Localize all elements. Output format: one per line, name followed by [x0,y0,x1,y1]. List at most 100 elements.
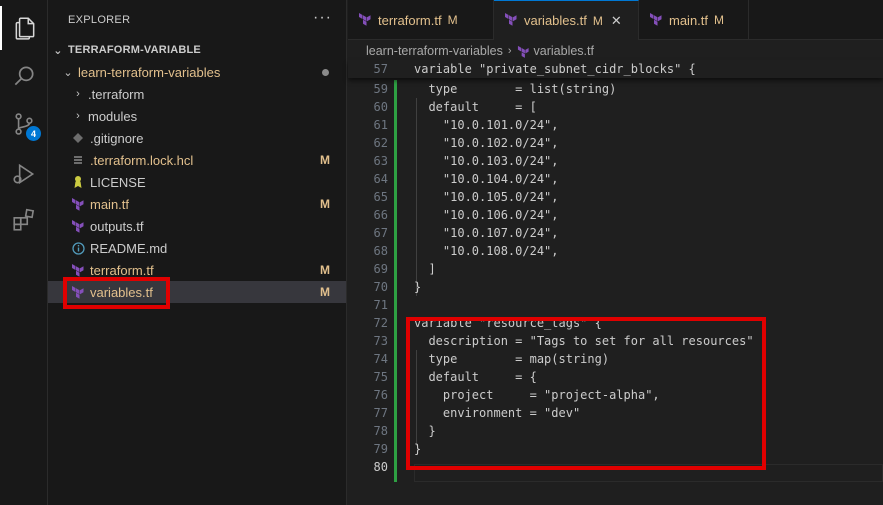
terraform-icon [358,12,372,29]
breadcrumb: learn-terraform-variables › variables.tf [366,42,594,60]
tree-item-main-tf[interactable]: main.tf M [48,193,346,215]
code-text: type = list(string) [414,82,617,96]
explorer-title: EXPLORER [68,14,131,26]
run-debug-icon[interactable] [0,152,48,196]
code-line[interactable]: 63 "10.0.103.0/24", [348,152,883,170]
editor-area: terraform.tf M variables.tf M ✕ main.tf … [348,0,883,505]
code-text: "10.0.108.0/24", [414,244,559,258]
activity-bar: 4 [0,0,48,505]
modified-dot [322,69,329,76]
scm-badge: 4 [26,126,41,141]
code-text: "10.0.104.0/24", [414,172,559,186]
code-line[interactable]: 66 "10.0.106.0/24", [348,206,883,224]
more-actions-icon[interactable]: ··· [313,9,332,27]
line-number: 79 [373,442,388,456]
code-text: "10.0.102.0/24", [414,136,559,150]
tree-item-terraform-folder[interactable]: › .terraform [48,83,346,105]
line-number: 76 [373,388,388,402]
code-line[interactable]: 64 "10.0.104.0/24", [348,170,883,188]
line-number: 68 [373,244,388,258]
close-tab-icon[interactable]: ✕ [611,13,622,29]
line-number: 63 [373,154,388,168]
code-text: "10.0.101.0/24", [414,118,559,132]
chevron-right-icon: › [76,88,80,100]
tree-item-modules[interactable]: › modules [48,105,346,127]
git-status-modified: M [320,263,330,277]
code-line[interactable]: 60 default = [ [348,98,883,116]
terraform-icon [70,196,86,212]
tree-item-license[interactable]: LICENSE [48,171,346,193]
search-icon[interactable] [0,54,48,98]
breadcrumb-file[interactable]: variables.tf [534,44,594,58]
code-text: variable "private_subnet_cidr_blocks" { [414,62,696,76]
line-number: 61 [373,118,388,132]
line-number: 59 [373,82,388,96]
tab-main-tf[interactable]: main.tf M [639,0,749,40]
code-text: "10.0.105.0/24", [414,190,559,204]
git-status-modified: M [320,153,330,167]
code-text: "10.0.106.0/24", [414,208,559,222]
line-number: 69 [373,262,388,276]
workspace-root[interactable]: ⌄ TERRAFORM-VARIABLE [48,39,346,61]
terraform-icon [70,262,86,278]
line-number: 66 [373,208,388,222]
code-line[interactable]: 70} [348,278,883,296]
line-number: 64 [373,172,388,186]
tab-variables-tf[interactable]: variables.tf M ✕ [494,0,639,40]
line-number: 60 [373,100,388,114]
tab-bar: terraform.tf M variables.tf M ✕ main.tf … [348,0,883,40]
tab-terraform-tf[interactable]: terraform.tf M [348,0,494,40]
line-number: 77 [373,406,388,420]
chevron-down-icon: ⌄ [63,66,73,79]
tree-item-outputs-tf[interactable]: outputs.tf [48,215,346,237]
code-text: "10.0.103.0/24", [414,154,559,168]
git-status-modified: M [320,197,330,211]
line-number: 65 [373,190,388,204]
terraform-icon [517,45,530,58]
chevron-right-icon: › [76,110,80,122]
line-number: 74 [373,352,388,366]
git-status-modified: M [320,285,330,299]
explorer-sidebar: EXPLORER ··· ⌄ TERRAFORM-VARIABLE ⌄ lear… [48,0,347,505]
sticky-scroll-line[interactable]: 57 variable "private_subnet_cidr_blocks" … [348,60,883,78]
code-line[interactable]: 71 [348,296,883,314]
code-text: default = [ [414,100,537,114]
line-number: 75 [373,370,388,384]
info-icon [70,240,86,256]
chevron-right-icon: › [507,45,512,57]
gitignore-icon [70,130,86,146]
tree-item-gitignore[interactable]: .gitignore [48,127,346,149]
license-icon [70,174,86,190]
terraform-icon [504,12,518,29]
code-text: } [414,280,422,294]
highlight-box-file [63,277,170,309]
terraform-icon [70,218,86,234]
extensions-icon[interactable] [0,198,48,242]
line-number: 62 [373,136,388,150]
code-line[interactable]: 61 "10.0.101.0/24", [348,116,883,134]
highlight-box-code [406,317,766,470]
line-number: 67 [373,226,388,240]
folder-learn-terraform-variables[interactable]: ⌄ learn-terraform-variables [48,61,346,83]
line-number: 57 [373,62,388,76]
terraform-icon [649,12,663,29]
line-number: 80 [373,460,388,474]
tree-item-lock-file[interactable]: .terraform.lock.hcl M [48,149,346,171]
breadcrumb-folder[interactable]: learn-terraform-variables [366,44,503,58]
line-number: 72 [373,316,388,330]
code-text: ] [414,262,436,276]
code-line[interactable]: 59 type = list(string) [348,80,883,98]
line-number: 70 [373,280,388,294]
explorer-icon[interactable] [0,6,48,50]
code-line[interactable]: 62 "10.0.102.0/24", [348,134,883,152]
source-control-icon[interactable]: 4 [0,102,48,146]
code-line[interactable]: 69 ] [348,260,883,278]
lines-file-icon [70,152,86,168]
code-line[interactable]: 65 "10.0.105.0/24", [348,188,883,206]
line-number: 71 [373,298,388,312]
tree-item-readme[interactable]: README.md [48,237,346,259]
chevron-down-icon: ⌄ [53,44,63,57]
code-line[interactable]: 67 "10.0.107.0/24", [348,224,883,242]
code-text: "10.0.107.0/24", [414,226,559,240]
code-line[interactable]: 68 "10.0.108.0/24", [348,242,883,260]
